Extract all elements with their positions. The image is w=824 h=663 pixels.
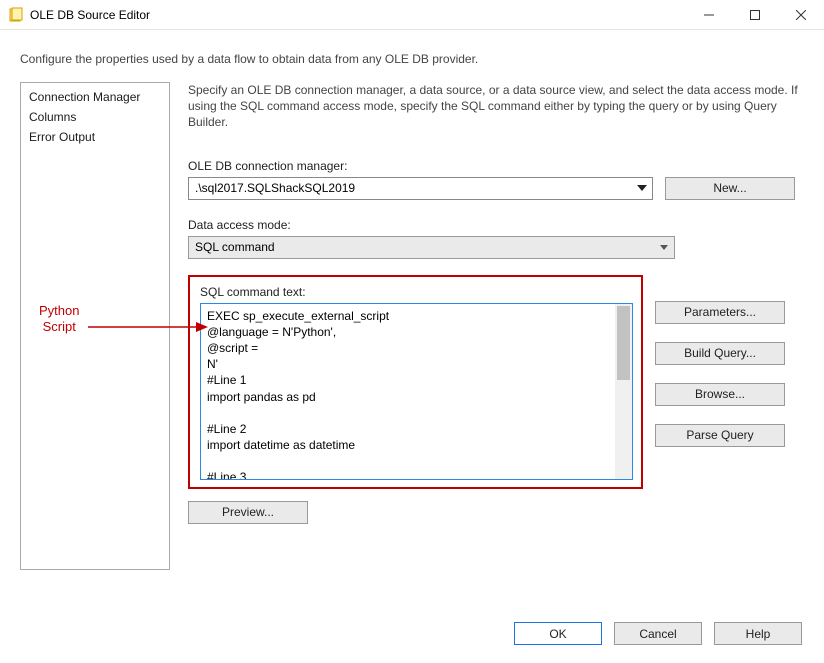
browse-button[interactable]: Browse... <box>655 383 785 406</box>
minimize-button[interactable] <box>686 0 732 29</box>
parameters-button[interactable]: Parameters... <box>655 301 785 324</box>
sidebar-item-error-output[interactable]: Error Output <box>21 127 169 147</box>
parse-query-button[interactable]: Parse Query <box>655 424 785 447</box>
scrollbar[interactable] <box>615 304 632 479</box>
nav-sidebar: Connection Manager Columns Error Output … <box>20 82 170 570</box>
main-pane: Specify an OLE DB connection manager, a … <box>180 82 804 570</box>
data-access-mode-value: SQL command <box>195 240 655 254</box>
chevron-down-icon[interactable] <box>655 237 673 258</box>
preview-button[interactable]: Preview... <box>188 501 308 524</box>
maximize-button[interactable] <box>732 0 778 29</box>
window-title: OLE DB Source Editor <box>30 8 686 22</box>
connection-manager-value: .\sql2017.SQLShackSQL2019 <box>195 181 633 195</box>
title-bar: OLE DB Source Editor <box>0 0 824 30</box>
scroll-thumb[interactable] <box>617 306 630 380</box>
dialog-description: Configure the properties used by a data … <box>0 30 824 82</box>
cancel-button[interactable]: Cancel <box>614 622 702 645</box>
sql-command-area <box>200 303 633 480</box>
app-icon <box>8 7 24 23</box>
sidebar-item-columns[interactable]: Columns <box>21 107 169 127</box>
build-query-button[interactable]: Build Query... <box>655 342 785 365</box>
annotation-line1: Python <box>39 303 79 319</box>
new-button[interactable]: New... <box>665 177 795 200</box>
dialog-footer: OK Cancel Help <box>514 622 802 645</box>
sql-command-textarea[interactable] <box>201 304 615 479</box>
window-controls <box>686 0 824 29</box>
annotation-line2: Script <box>39 319 79 335</box>
connection-manager-dropdown[interactable]: .\sql2017.SQLShackSQL2019 <box>188 177 653 200</box>
connection-manager-label: OLE DB connection manager: <box>188 159 804 173</box>
annotation-python-script: Python Script <box>39 303 79 334</box>
sql-command-label: SQL command text: <box>200 285 633 299</box>
chevron-down-icon[interactable] <box>633 178 651 199</box>
ok-button[interactable]: OK <box>514 622 602 645</box>
data-access-mode-dropdown[interactable]: SQL command <box>188 236 675 259</box>
close-button[interactable] <box>778 0 824 29</box>
instructions-text: Specify an OLE DB connection manager, a … <box>188 82 804 131</box>
help-button[interactable]: Help <box>714 622 802 645</box>
data-access-mode-label: Data access mode: <box>188 218 804 232</box>
sidebar-item-connection-manager[interactable]: Connection Manager <box>21 87 169 107</box>
sql-command-highlight-box: SQL command text: <box>188 275 643 489</box>
